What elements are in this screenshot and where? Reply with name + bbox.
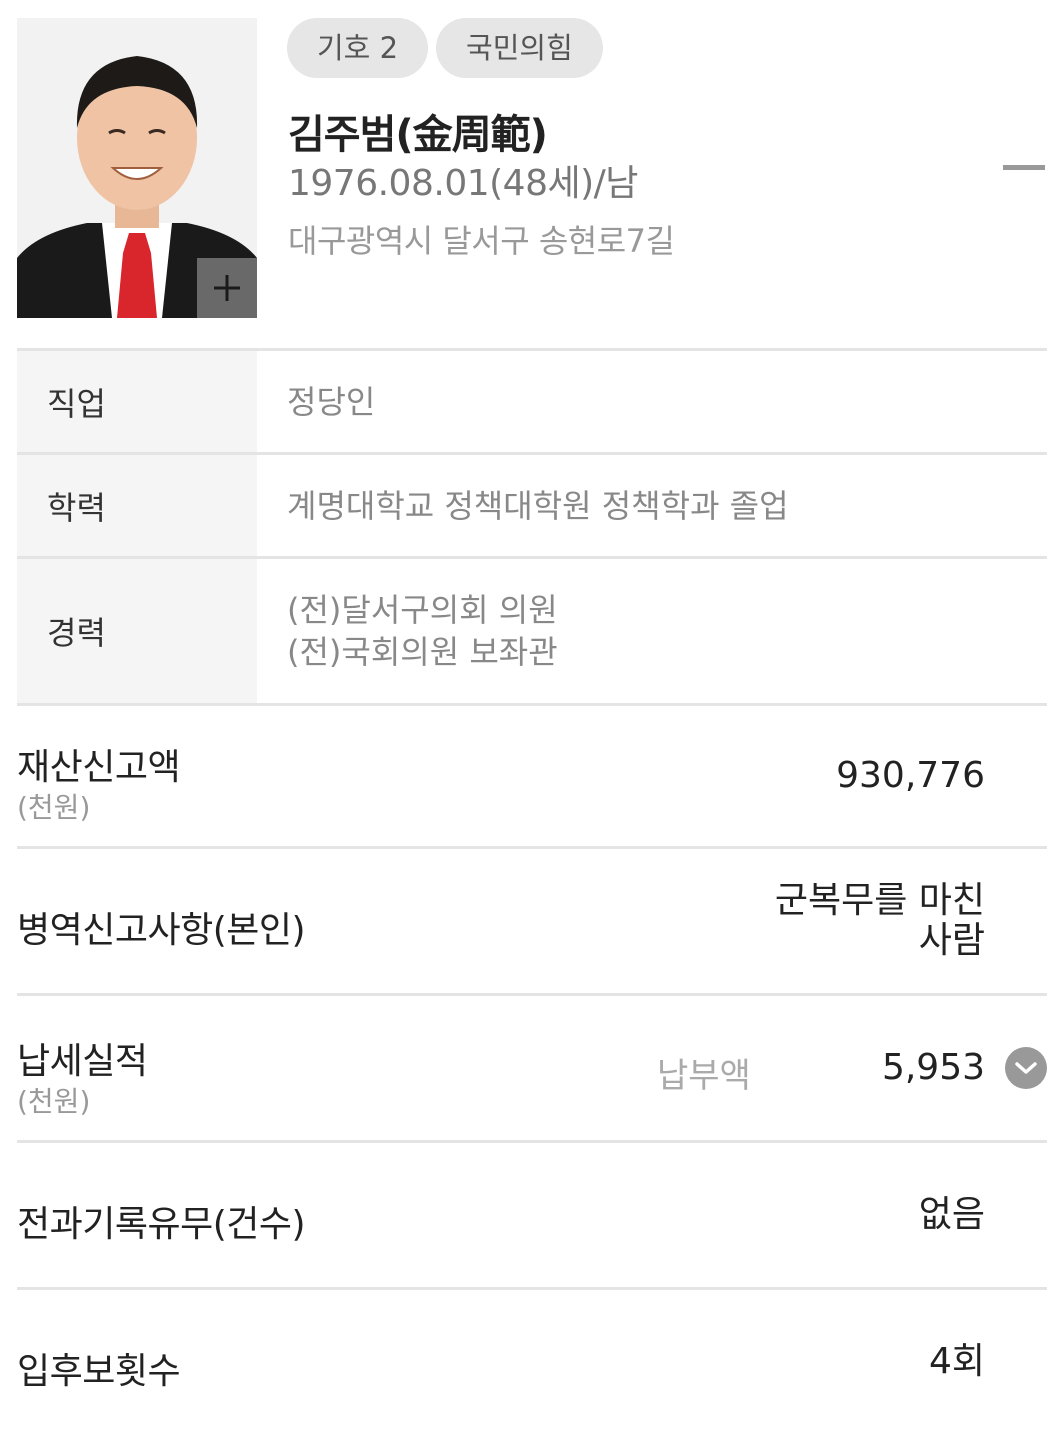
military-value-line: 군복무를 마친 bbox=[774, 880, 985, 921]
career-line: (전)달서구의회 의원 bbox=[287, 591, 558, 629]
tax-dropdown-button[interactable] bbox=[1005, 1047, 1047, 1089]
candidate-photo bbox=[17, 18, 257, 318]
tax-label: 납세실적 bbox=[17, 1041, 148, 1082]
info-row-career: 경력 (전)달서구의회 의원 (전)국회의원 보좌관 bbox=[17, 559, 1047, 706]
job-label: 직업 bbox=[17, 351, 257, 452]
minus-icon bbox=[1003, 165, 1045, 170]
party-badge: 국민의힘 bbox=[436, 18, 603, 78]
tax-paid-label: 납부액 bbox=[657, 1056, 751, 1096]
education-value: 계명대학교 정책대학원 정책학과 졸업 bbox=[257, 455, 1047, 556]
job-value: 정당인 bbox=[257, 351, 1047, 452]
chevron-down-icon bbox=[1015, 1062, 1037, 1074]
detail-row-tax: 납세실적 (천원) 납부액 5,953 bbox=[17, 996, 1047, 1143]
career-line: (전)국회의원 보좌관 bbox=[287, 633, 558, 671]
criminal-value: 없음 bbox=[918, 1194, 985, 1235]
military-value-line: 사람 bbox=[918, 920, 985, 961]
info-row-job: 직업 정당인 bbox=[17, 351, 1047, 455]
tax-unit: (천원) bbox=[17, 1085, 91, 1118]
candidate-name: 김주범(金周範) bbox=[288, 112, 548, 158]
candidate-detail-list: 재산신고액 (천원) 930,776 병역신고사항(본인) 군복무를 마친 사람… bbox=[17, 702, 1047, 1437]
education-value-text: 계명대학교 정책대학원 정책학과 졸업 bbox=[287, 486, 789, 525]
job-value-text: 정당인 bbox=[287, 382, 376, 421]
candidate-birth-info: 1976.08.01(48세)/남 bbox=[288, 163, 638, 204]
info-row-education: 학력 계명대학교 정책대학원 정책학과 졸업 bbox=[17, 455, 1047, 559]
expand-photo-button[interactable] bbox=[197, 258, 257, 318]
candidacy-label: 입후보횟수 bbox=[17, 1351, 181, 1392]
property-unit: (천원) bbox=[17, 791, 91, 824]
detail-row-criminal: 전과기록유무(건수) 없음 bbox=[17, 1143, 1047, 1290]
education-label: 학력 bbox=[17, 455, 257, 556]
candidate-info-table: 직업 정당인 학력 계명대학교 정책대학원 정책학과 졸업 경력 (전)달서구의… bbox=[17, 348, 1047, 706]
badge-group: 기호 2 국민의힘 bbox=[287, 18, 603, 78]
property-value: 930,776 bbox=[836, 755, 985, 796]
candidate-address: 대구광역시 달서구 송현로7길 bbox=[288, 222, 675, 260]
criminal-label: 전과기록유무(건수) bbox=[17, 1204, 306, 1245]
collapse-button[interactable] bbox=[1000, 150, 1050, 186]
detail-row-property: 재산신고액 (천원) 930,776 bbox=[17, 702, 1047, 849]
candidate-number-badge: 기호 2 bbox=[287, 18, 429, 78]
property-label: 재산신고액 bbox=[17, 747, 181, 788]
detail-row-military: 병역신고사항(본인) 군복무를 마친 사람 bbox=[17, 849, 1047, 996]
career-label: 경력 bbox=[17, 559, 257, 703]
career-value: (전)달서구의회 의원 (전)국회의원 보좌관 bbox=[257, 559, 1047, 703]
tax-value: 5,953 bbox=[881, 1047, 985, 1088]
military-value: 군복무를 마친 사람 bbox=[775, 881, 985, 961]
military-label: 병역신고사항(본인) bbox=[17, 910, 306, 951]
candidacy-value: 4회 bbox=[928, 1341, 985, 1382]
plus-icon bbox=[214, 275, 240, 301]
detail-row-candidacy: 입후보횟수 4회 bbox=[17, 1290, 1047, 1437]
